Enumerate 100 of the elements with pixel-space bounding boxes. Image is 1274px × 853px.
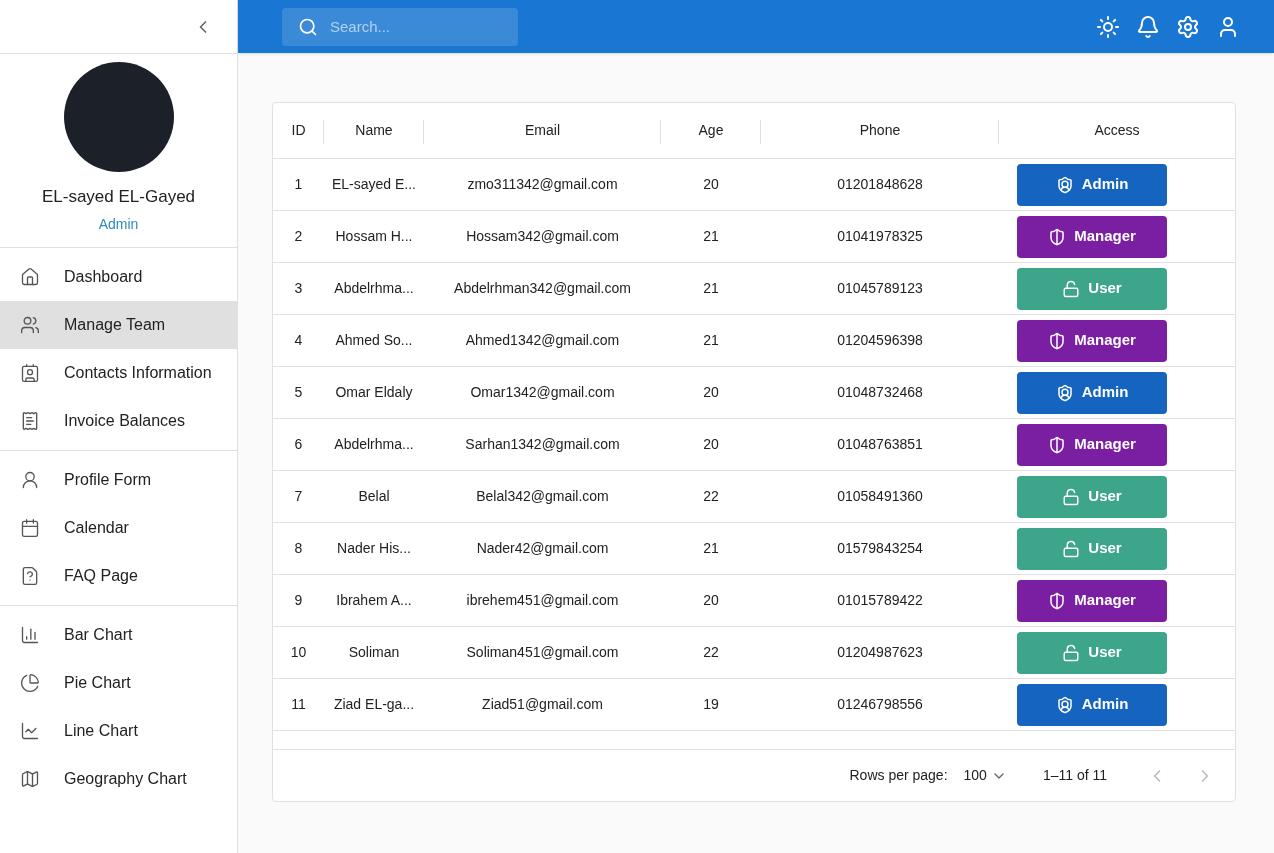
access-badge: Manager: [1017, 215, 1167, 258]
table-cell-text: Sarhan1342@gmail.com: [465, 435, 620, 454]
profile-name: EL-sayed EL-Gayed: [41, 186, 196, 208]
table-cell-text: 01246798556: [837, 695, 923, 714]
bar-chart-icon: [20, 624, 40, 645]
table-cell-text: Ahmed So...: [335, 331, 413, 350]
table-cell-text: 11: [291, 695, 306, 714]
map-icon: [20, 768, 40, 789]
table-cell-text: 01058491360: [837, 487, 923, 506]
access-badge: Admin: [1017, 683, 1167, 726]
table-cell-text: 20: [703, 175, 719, 194]
access-badge: Admin: [1017, 371, 1167, 414]
table-cell-text: 22: [703, 643, 719, 662]
shield-icon: [1048, 435, 1067, 454]
table-cell-text: 2: [294, 227, 303, 246]
nav-item[interactable]: Profile Form: [0, 455, 237, 504]
table-cell-text: Abdelrhma...: [334, 435, 414, 454]
table-cell-text: zmo311342@gmail.com: [467, 175, 618, 194]
theme-button[interactable]: [1096, 14, 1120, 39]
access-badge: Manager: [1017, 423, 1167, 466]
question-icon: [20, 565, 40, 586]
table-cell-text: Ziad EL-ga...: [333, 695, 415, 714]
people-icon: [20, 314, 40, 335]
page-range: 1–11 of 11: [1042, 766, 1107, 785]
table-cell-text: Nader42@gmail.com: [476, 539, 609, 558]
table-cell-text: 01045789123: [837, 279, 923, 298]
nav-item[interactable]: Contacts Information: [0, 348, 237, 397]
table-cell-text: Nader His...: [337, 539, 411, 558]
nav-item[interactable]: Line Chart: [0, 706, 237, 755]
table-cell-text: Ibrahem A...: [336, 591, 412, 610]
table-cell-text: Ziad51@gmail.com: [482, 695, 603, 714]
settings-button[interactable]: [1176, 14, 1200, 39]
shield-icon: [1048, 227, 1067, 246]
table-cell-text: Abdelrhma...: [334, 279, 414, 298]
notifications-button[interactable]: [1136, 14, 1160, 39]
nav-item[interactable]: Manage Team: [0, 300, 237, 349]
table-cell-text: 3: [294, 279, 303, 298]
pie-chart-icon: [20, 672, 40, 693]
table-cell-text: 01048732468: [837, 383, 923, 402]
nav-item[interactable]: Pie Chart: [0, 658, 237, 707]
shield-person-icon: [1055, 383, 1074, 402]
lock-icon: [1062, 643, 1081, 662]
rows-per-page-label: Rows per page:: [849, 766, 948, 785]
table-cell-text: 20: [703, 383, 719, 402]
table-cell-text: Belal: [358, 487, 390, 506]
line-chart-icon: [20, 720, 40, 741]
table-cell-text: Omar1342@gmail.com: [470, 383, 615, 402]
access-badge: User: [1017, 475, 1167, 518]
person-icon: [20, 469, 40, 490]
table-cell-text: Soliman451@gmail.com: [466, 643, 619, 662]
table-cell-text: 21: [703, 227, 719, 246]
table-cell-text: Hossam H...: [335, 227, 413, 246]
column-header[interactable]: Age: [698, 120, 724, 141]
column-header[interactable]: Email: [525, 120, 560, 141]
table-cell-text: 21: [703, 539, 719, 558]
access-badge: Manager: [1017, 319, 1167, 362]
calendar-icon: [20, 517, 40, 538]
table-cell-text: 7: [294, 487, 303, 506]
table-cell-text: 20: [703, 435, 719, 454]
table-cell-text: 01048763851: [837, 435, 923, 454]
nav-item[interactable]: Geography Chart: [0, 754, 237, 803]
table-cell-text: 9: [294, 591, 303, 610]
table-cell-text: 19: [703, 695, 719, 714]
nav-item[interactable]: Calendar: [0, 503, 237, 552]
table-cell-text: 20: [703, 591, 719, 610]
table-cell-text: EL-sayed E...: [331, 175, 416, 194]
access-badge: Admin: [1017, 163, 1167, 206]
receipt-icon: [20, 410, 40, 431]
settings-icon: [1176, 14, 1200, 39]
table-cell-text: 01041978325: [837, 227, 923, 246]
table-cell-text: Omar Eldaly: [335, 383, 413, 402]
table-cell-text: ibrehem451@gmail.com: [466, 591, 619, 610]
table-cell-text: 01204596398: [837, 331, 923, 350]
table-cell-text: 21: [703, 279, 719, 298]
contact-card-icon: [20, 362, 40, 383]
table-cell-text: Hossam342@gmail.com: [466, 227, 619, 246]
profile-role: Admin: [98, 214, 139, 234]
lock-icon: [1062, 279, 1081, 298]
column-header[interactable]: Name: [355, 120, 393, 141]
table-cell-text: 01579843254: [837, 539, 923, 558]
table-cell-text: 01204987623: [837, 643, 923, 662]
shield-icon: [1048, 591, 1067, 610]
nav-item[interactable]: FAQ Page: [0, 551, 237, 600]
rows-per-page-select[interactable]: 100: [963, 765, 1007, 786]
lock-icon: [1062, 539, 1081, 558]
nav-item[interactable]: Bar Chart: [0, 610, 237, 659]
table-cell-text: 4: [294, 331, 303, 350]
column-header[interactable]: ID: [291, 120, 306, 141]
table-cell-text: 01201848628: [837, 175, 923, 194]
table-cell-text: 21: [703, 331, 719, 350]
shield-icon: [1048, 331, 1067, 350]
nav-item[interactable]: Dashboard: [0, 252, 237, 301]
lock-icon: [1062, 487, 1081, 506]
table-cell-text: 22: [703, 487, 719, 506]
table-cell-text: 6: [294, 435, 303, 454]
column-header[interactable]: Phone: [859, 120, 901, 141]
nav-item[interactable]: Invoice Balances: [0, 396, 237, 445]
column-header[interactable]: Access: [1094, 120, 1140, 141]
shield-person-icon: [1055, 175, 1074, 194]
access-badge: User: [1017, 631, 1167, 674]
